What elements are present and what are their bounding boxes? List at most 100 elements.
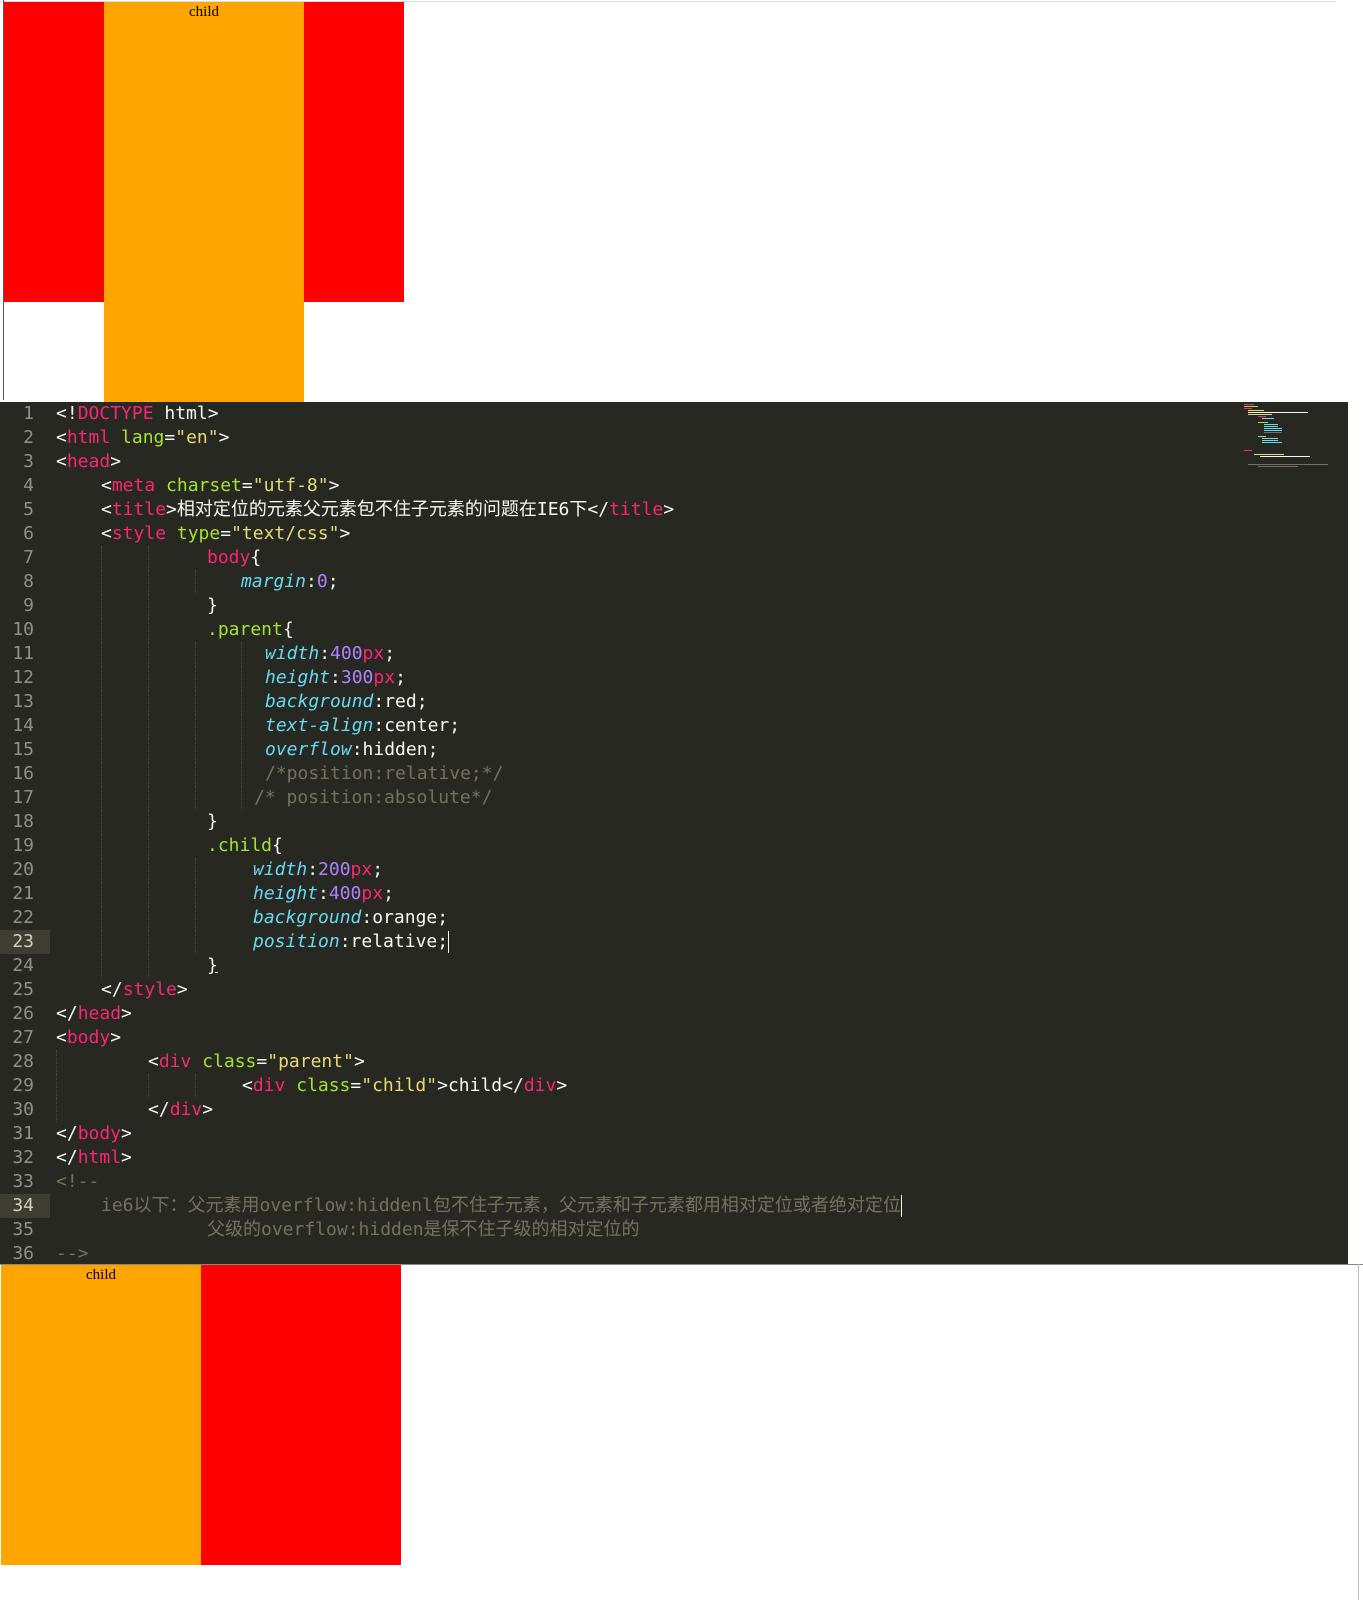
- code-line[interactable]: 28 <div class="parent">: [0, 1050, 1348, 1074]
- line-number: 21: [12, 883, 34, 904]
- code-text: position:relative;: [253, 931, 450, 953]
- code-text: </html>: [56, 1147, 132, 1168]
- line-number: 26: [12, 1003, 34, 1024]
- code-text: }: [207, 955, 218, 976]
- code-text: text-align:center;: [265, 715, 461, 736]
- line-number: 32: [12, 1147, 34, 1168]
- line-number: 22: [12, 907, 34, 928]
- code-line[interactable]: 26 </head>: [0, 1002, 1348, 1026]
- code-line[interactable]: 10 .parent{: [0, 618, 1348, 642]
- line-number: 33: [12, 1171, 34, 1192]
- code-line[interactable]: 11 width:400px;: [0, 642, 1348, 666]
- code-line[interactable]: 31 </body>: [0, 1122, 1348, 1146]
- line-number: 11: [12, 643, 34, 664]
- code-line[interactable]: 30 </div>: [0, 1098, 1348, 1122]
- code-text: }: [207, 595, 218, 616]
- code-text: background:orange;: [253, 907, 449, 928]
- code-line[interactable]: 34 ie6以下：父元素用overflow:hiddenl包不住子元素，父元素和…: [0, 1194, 1348, 1218]
- line-number: 1: [23, 403, 34, 424]
- line-number: 19: [12, 835, 34, 856]
- code-text: overflow:hidden;: [265, 739, 439, 760]
- line-number: 25: [12, 979, 34, 1000]
- code-line[interactable]: 2 <html lang="en">: [0, 426, 1348, 450]
- line-number: 28: [12, 1051, 34, 1072]
- line-number: 10: [12, 619, 34, 640]
- code-line[interactable]: 35 父级的overflow:hidden是保不住子级的相对定位的: [0, 1218, 1348, 1242]
- code-line[interactable]: 1 <!DOCTYPE html>: [0, 402, 1348, 426]
- child-box: child: [104, 2, 304, 402]
- code-line[interactable]: 7 body{: [0, 546, 1348, 570]
- code-text: <title>相对定位的元素父元素包不住子元素的问题在IE6下</title>: [101, 499, 675, 520]
- code-line[interactable]: 25 </style>: [0, 978, 1348, 1002]
- code-text: <body>: [56, 1027, 122, 1048]
- line-number: 24: [12, 955, 34, 976]
- code-line[interactable]: 6 <style type="text/css">: [0, 522, 1348, 546]
- code-editor[interactable]: 1 <!DOCTYPE html> 2 <html lang="en"> 3 <…: [0, 402, 1348, 1264]
- code-line[interactable]: 12 height:300px;: [0, 666, 1348, 690]
- line-number: 31: [12, 1123, 34, 1144]
- code-line[interactable]: 32 </html>: [0, 1146, 1348, 1170]
- code-line[interactable]: 4 <meta charset="utf-8">: [0, 474, 1348, 498]
- code-line[interactable]: 29 <div class="child">child</div>: [0, 1074, 1348, 1098]
- code-text: margin:0;: [241, 571, 339, 592]
- line-number: 7: [23, 547, 34, 568]
- code-line[interactable]: 14 text-align:center;: [0, 714, 1348, 738]
- code-line[interactable]: 13 background:red;: [0, 690, 1348, 714]
- text-cursor: [900, 1195, 902, 1217]
- child-box: child: [1, 1265, 201, 1565]
- line-number: 6: [23, 523, 34, 544]
- code-text: </head>: [56, 1003, 132, 1024]
- code-text: .child{: [207, 835, 283, 856]
- code-line[interactable]: 8 margin:0;: [0, 570, 1348, 594]
- line-number: 9: [23, 595, 34, 616]
- code-line[interactable]: 5 <title>相对定位的元素父元素包不住子元素的问题在IE6下</title…: [0, 498, 1348, 522]
- child-label: child: [86, 1267, 116, 1283]
- line-number: 20: [12, 859, 34, 880]
- code-line[interactable]: 19 .child{: [0, 834, 1348, 858]
- line-number: 2: [23, 427, 34, 448]
- line-number: 34: [0, 1194, 50, 1218]
- code-line[interactable]: 27 <body>: [0, 1026, 1348, 1050]
- code-text: <head>: [56, 451, 122, 472]
- line-number: 3: [23, 451, 34, 472]
- code-line-active[interactable]: 23 position:relative;: [0, 930, 1348, 954]
- code-text: </style>: [101, 979, 188, 1000]
- line-number: 29: [12, 1075, 34, 1096]
- code-comment: <!--: [56, 1171, 100, 1192]
- code-line[interactable]: 9 }: [0, 594, 1348, 618]
- line-number: 4: [23, 475, 34, 496]
- code-text: </body>: [56, 1123, 132, 1144]
- line-number: 14: [12, 715, 34, 736]
- code-text: width:200px;: [253, 859, 384, 880]
- code-line[interactable]: 21 height:400px;: [0, 882, 1348, 906]
- line-number: 23: [0, 930, 50, 954]
- code-line[interactable]: 18 }: [0, 810, 1348, 834]
- code-line[interactable]: 3 <head>: [0, 450, 1348, 474]
- code-text: <html lang="en">: [56, 427, 230, 448]
- divider: [1358, 1264, 1359, 1600]
- code-text: <div class="child">child</div>: [242, 1075, 568, 1096]
- code-text: <style type="text/css">: [101, 523, 351, 544]
- code-text: width:400px;: [265, 643, 396, 664]
- code-line[interactable]: 22 background:orange;: [0, 906, 1348, 930]
- code-line[interactable]: 16 /*position:relative;*/: [0, 762, 1348, 786]
- minimap[interactable]: [1244, 402, 1334, 472]
- code-line[interactable]: 33 <!--: [0, 1170, 1348, 1194]
- code-line[interactable]: 15 overflow:hidden;: [0, 738, 1348, 762]
- parent-box: child: [1, 1265, 401, 1565]
- line-number: 15: [12, 739, 34, 760]
- code-text: <div class="parent">: [148, 1051, 365, 1072]
- line-number: 36: [12, 1243, 34, 1264]
- modern-preview: child: [0, 1264, 1363, 1600]
- code-line[interactable]: 17 /* position:absolute*/: [0, 786, 1348, 810]
- code-text: <meta charset="utf-8">: [101, 475, 340, 496]
- code-line[interactable]: 20 width:200px;: [0, 858, 1348, 882]
- code-line[interactable]: 24 }: [0, 954, 1348, 978]
- code-text: height:300px;: [265, 667, 406, 688]
- line-number: 17: [12, 787, 34, 808]
- code-text: body{: [207, 547, 262, 568]
- line-number: 18: [12, 811, 34, 832]
- code-line[interactable]: 36 -->: [0, 1242, 1348, 1264]
- line-number: 8: [23, 571, 34, 592]
- line-number: 5: [23, 499, 34, 520]
